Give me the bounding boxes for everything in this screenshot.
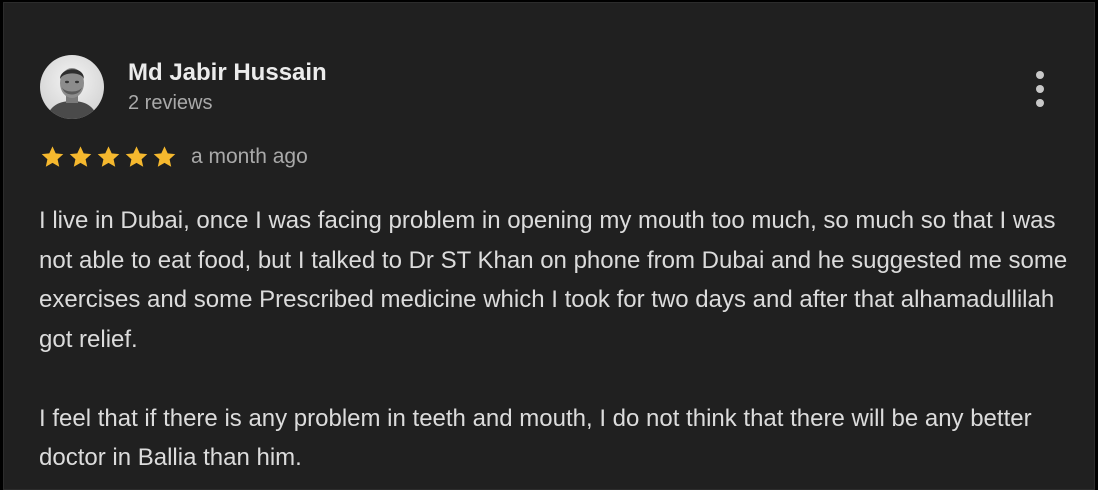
author-name[interactable]: Md Jabir Hussain	[128, 59, 327, 87]
review-text: I live in Dubai, once I was facing probl…	[39, 201, 1069, 478]
menu-dot	[1036, 99, 1044, 107]
star-icon	[123, 144, 150, 170]
review-card: Md Jabir Hussain 2 reviews a month ago I…	[3, 2, 1095, 490]
review-paragraph: I feel that if there is any problem in t…	[39, 404, 1032, 472]
menu-dot	[1036, 85, 1044, 93]
star-icon	[151, 144, 178, 170]
star-icon	[95, 144, 122, 170]
review-paragraph: I live in Dubai, once I was facing probl…	[39, 207, 1068, 353]
star-icon	[39, 144, 66, 170]
menu-dot	[1036, 71, 1044, 79]
avatar-image	[40, 55, 104, 119]
more-options-icon[interactable]	[1024, 67, 1056, 111]
author-review-count: 2 reviews	[128, 92, 213, 114]
avatar[interactable]	[40, 55, 104, 119]
review-time: a month ago	[191, 145, 308, 168]
star-rating	[39, 144, 178, 170]
star-icon	[67, 144, 94, 170]
